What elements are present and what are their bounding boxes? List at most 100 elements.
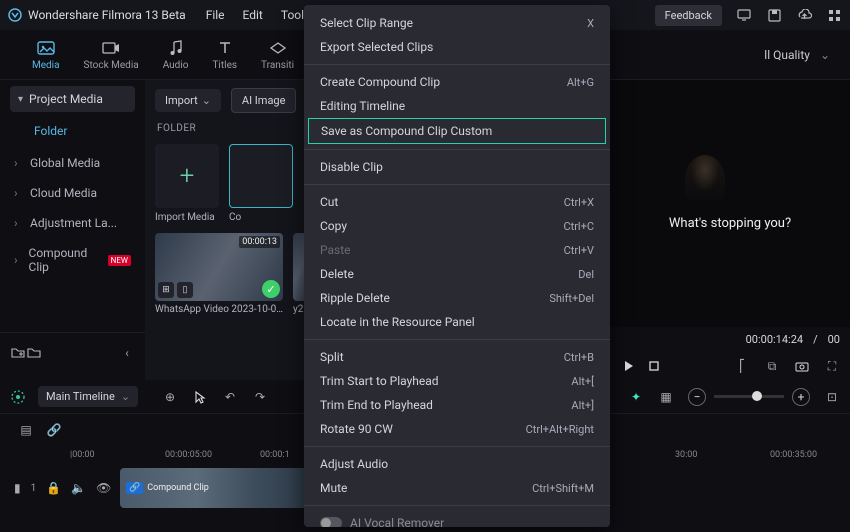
used-check-icon: ✓ [262, 280, 280, 298]
ctx-mute[interactable]: MuteCtrl+Shift+M [304, 476, 610, 500]
ctx-locate-resource[interactable]: Locate in the Resource Panel [304, 310, 610, 334]
context-menu: Select Clip RangeX Export Selected Clips… [304, 5, 610, 527]
folder-label[interactable]: Folder [0, 112, 145, 148]
timeline-options-icon[interactable]: ▤ [18, 422, 34, 438]
cloud-upload-icon[interactable] [796, 7, 812, 23]
cursor-icon[interactable] [192, 389, 208, 405]
chevron-down-icon: ▾ [18, 94, 23, 105]
sidebar-item-cloud-media[interactable]: › Cloud Media [0, 178, 145, 208]
ctx-export-selected-clips[interactable]: Export Selected Clips [304, 35, 610, 59]
chevron-right-icon: › [14, 186, 22, 200]
text-icon [217, 39, 233, 57]
crop-icon[interactable]: ⧉ [764, 358, 780, 374]
menu-file[interactable]: File [206, 8, 225, 22]
sidebar-item-compound-clip[interactable]: › Compound Clip NEW [0, 238, 145, 282]
render-icon[interactable]: ▦ [658, 389, 674, 405]
redo-icon[interactable]: ↷ [252, 389, 268, 405]
play-icon[interactable] [620, 358, 636, 374]
media-thumbnail[interactable]: 00:00:13 ⊞ ▯ ✓ WhatsApp Video 2023-10-05… [155, 233, 283, 315]
ctx-select-clip-range[interactable]: Select Clip RangeX [304, 11, 610, 35]
media-icon [36, 39, 56, 57]
quality-dropdown[interactable]: ll Quality ⌄ [764, 48, 830, 62]
feedback-button[interactable]: Feedback [655, 5, 722, 26]
import-dropdown[interactable]: Import ⌄ [155, 89, 221, 112]
lock-icon[interactable]: 🔒 [46, 480, 61, 496]
zoom-out-button[interactable]: − [688, 388, 706, 406]
grid-icon[interactable] [826, 7, 842, 23]
project-media-header[interactable]: ▾ Project Media [10, 86, 135, 112]
timeline-clip[interactable]: 🔗 Compound Clip [120, 468, 310, 508]
import-media-tile[interactable]: + Import Media [155, 144, 219, 223]
video-track-icon[interactable]: ▮ [14, 480, 21, 496]
grid-view-icon: ⊞ [158, 282, 174, 298]
collapse-left-icon[interactable]: ‹ [119, 345, 135, 361]
main-timeline-dropdown[interactable]: Main Timeline ⌄ [38, 386, 138, 407]
chevron-right-icon: › [14, 253, 21, 267]
zoom-fit-icon[interactable]: ⊡ [824, 389, 840, 405]
mute-icon[interactable]: 🔈 [71, 480, 86, 496]
snapshot-icon[interactable] [794, 358, 810, 374]
ctx-adjust-audio[interactable]: Adjust Audio [304, 452, 610, 476]
zoom-slider[interactable]: − + [688, 388, 810, 406]
music-note-icon [169, 39, 183, 57]
ctx-editing-timeline[interactable]: Editing Timeline [304, 94, 610, 118]
ctx-ai-vocal-remover[interactable]: AI Vocal Remover [304, 511, 610, 527]
ctx-split[interactable]: SplitCtrl+B [304, 345, 610, 369]
video-icon [101, 39, 121, 57]
timecode-current: 00:00:14:24 [746, 333, 803, 346]
plus-icon: + [180, 161, 195, 191]
preview-canvas[interactable]: What's stopping you? [610, 80, 850, 327]
mark-in-icon[interactable]: ⎡ [734, 358, 750, 374]
ctx-cut[interactable]: CutCtrl+X [304, 190, 610, 214]
new-folder-icon[interactable] [10, 345, 26, 361]
timecode-total: 00 [828, 333, 840, 346]
undo-icon[interactable]: ↶ [222, 389, 238, 405]
chevron-right-icon: › [14, 156, 22, 170]
tab-stock-media[interactable]: Stock Media [84, 39, 139, 71]
ai-image-button[interactable]: AI Image [231, 88, 297, 113]
ctx-trim-end[interactable]: Trim End to PlayheadAlt+] [304, 393, 610, 417]
monitor-icon[interactable] [736, 7, 752, 23]
ctx-ripple-delete[interactable]: Ripple DeleteShift+Del [304, 286, 610, 310]
tab-audio[interactable]: Audio [163, 39, 189, 71]
tab-transitions[interactable]: Transiti [261, 39, 294, 71]
timeline-magnet-icon[interactable] [10, 389, 26, 405]
folder-open-icon[interactable] [26, 345, 42, 361]
color-marker-icon[interactable]: ✦ [628, 389, 644, 405]
visibility-icon[interactable]: 👁 [96, 480, 111, 496]
app-title: Wondershare Filmora 13 Beta [28, 8, 186, 22]
app-logo-icon [8, 8, 22, 22]
sidebar-item-adjustment-layer[interactable]: › Adjustment La... [0, 208, 145, 238]
ctx-save-compound-clip-custom[interactable]: Save as Compound Clip Custom [308, 118, 606, 144]
tab-titles[interactable]: Titles [212, 39, 237, 71]
ctx-copy[interactable]: CopyCtrl+C [304, 214, 610, 238]
link-icon[interactable]: 🔗 [46, 422, 62, 438]
ctx-trim-start[interactable]: Trim Start to PlayheadAlt+[ [304, 369, 610, 393]
stop-icon[interactable] [646, 358, 662, 374]
chevron-down-icon: ⌄ [121, 390, 130, 403]
chevron-right-icon: › [14, 216, 22, 230]
track-number: 1 [31, 483, 37, 494]
add-track-icon[interactable]: ⊕ [162, 389, 178, 405]
chevron-down-icon: ⌄ [820, 48, 830, 62]
sidebar: ▾ Project Media Folder › Global Media › … [0, 80, 145, 380]
thumbnail-label: WhatsApp Video 2023-10-05... [155, 304, 283, 315]
transition-icon [269, 39, 287, 57]
zoom-in-button[interactable]: + [792, 388, 810, 406]
link-badge-icon: 🔗 [126, 482, 143, 494]
ctx-paste: PasteCtrl+V [304, 238, 610, 262]
ctx-delete[interactable]: DeleteDel [304, 262, 610, 286]
fullscreen-icon[interactable]: ⛶ [824, 358, 840, 374]
chevron-down-icon: ⌄ [202, 94, 211, 107]
compound-folder-tile[interactable]: Co [229, 144, 293, 223]
save-icon[interactable] [766, 7, 782, 23]
menu-edit[interactable]: Edit [243, 8, 263, 22]
portrait-icon: ▯ [177, 282, 193, 298]
ctx-create-compound-clip[interactable]: Create Compound ClipAlt+G [304, 70, 610, 94]
toggle-off-icon[interactable] [320, 517, 342, 527]
sidebar-item-global-media[interactable]: › Global Media [0, 148, 145, 178]
preview-panel: What's stopping you? 00:00:14:24 / 00 ⎡ … [610, 80, 850, 380]
tab-media[interactable]: Media [32, 39, 60, 71]
ctx-disable-clip[interactable]: Disable Clip [304, 155, 610, 179]
ctx-rotate-90-cw[interactable]: Rotate 90 CWCtrl+Alt+Right [304, 417, 610, 441]
